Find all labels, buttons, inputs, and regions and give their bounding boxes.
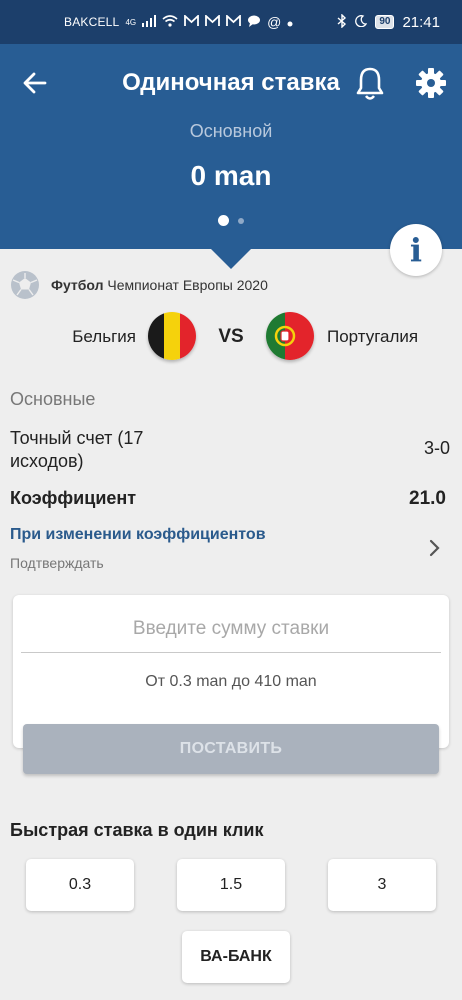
home-team-name: Бельгия xyxy=(72,327,136,346)
stake-range-hint: От 0.3 man до 410 man xyxy=(145,673,317,690)
stake-amount-input[interactable] xyxy=(21,605,441,653)
header: Одиночная ставка Основной 0 man xyxy=(0,44,462,249)
all-in-button[interactable]: ВА-БАНК xyxy=(182,931,290,983)
coefficient-value: 21.0 xyxy=(409,488,446,509)
odds-change-value: Подтверждать xyxy=(10,555,104,571)
sport-name: Футбол xyxy=(51,277,104,293)
mail-icon xyxy=(205,13,221,29)
status-time: 21:41 xyxy=(402,13,440,31)
quick-bet-button[interactable]: 1.5 xyxy=(177,859,285,911)
belgium-flag-icon xyxy=(148,312,196,360)
odds-change-setting[interactable]: При изменении коэффициентов Подтверждать xyxy=(0,520,462,576)
bell-icon xyxy=(356,67,384,100)
chat-icon xyxy=(247,15,261,29)
page-title: Одиночная ставка xyxy=(122,69,340,96)
at-icon: @ xyxy=(267,13,282,30)
battery-icon: 90 xyxy=(375,15,395,29)
page-indicator[interactable] xyxy=(0,215,462,226)
balance-value: 0 man xyxy=(190,160,272,191)
page-dot[interactable] xyxy=(238,217,244,224)
header-pointer xyxy=(211,249,251,269)
tournament-name: Чемпионат Европы 2020 xyxy=(107,277,268,293)
mail-icon xyxy=(226,13,242,29)
settings-button[interactable] xyxy=(412,64,450,102)
account-type-label: Основной xyxy=(189,121,273,141)
dot-icon xyxy=(287,16,293,29)
section-label: Основные xyxy=(10,389,96,409)
chevron-right-icon xyxy=(429,539,440,557)
moon-icon xyxy=(355,15,368,29)
signal-icon xyxy=(142,15,157,29)
mail-icon xyxy=(184,13,200,29)
gear-icon xyxy=(416,68,446,98)
away-team-name: Португалия xyxy=(327,327,419,346)
quick-bet-button[interactable]: 0.3 xyxy=(26,859,134,911)
bluetooth-icon xyxy=(337,13,347,30)
football-icon xyxy=(11,271,39,299)
quick-bet-button[interactable]: 3 xyxy=(328,859,436,911)
wifi-icon xyxy=(162,15,178,29)
vs-label: VS xyxy=(218,326,244,347)
coefficient-label: Коэффициент xyxy=(10,488,137,508)
market-value: 3-0 xyxy=(423,438,450,458)
page-dot-active[interactable] xyxy=(218,215,229,226)
network-icon: 4G xyxy=(125,17,137,27)
notifications-button[interactable] xyxy=(352,64,388,102)
status-bar: BAKCELL 4G @ 90 21:41 xyxy=(0,0,462,44)
place-bet-button[interactable]: ПОСТАВИТЬ xyxy=(23,724,439,774)
info-button[interactable]: i xyxy=(390,224,442,276)
market-name: Точный счет (17 исходов) xyxy=(10,428,144,471)
event-info: Футбол Чемпионат Европы 2020 xyxy=(51,277,268,293)
odds-change-title: При изменении коэффициентов xyxy=(10,526,266,543)
carrier-name: BAKCELL xyxy=(64,15,120,29)
quick-bet-title: Быстрая ставка в один клик xyxy=(10,820,264,840)
portugal-flag-icon xyxy=(266,312,314,360)
